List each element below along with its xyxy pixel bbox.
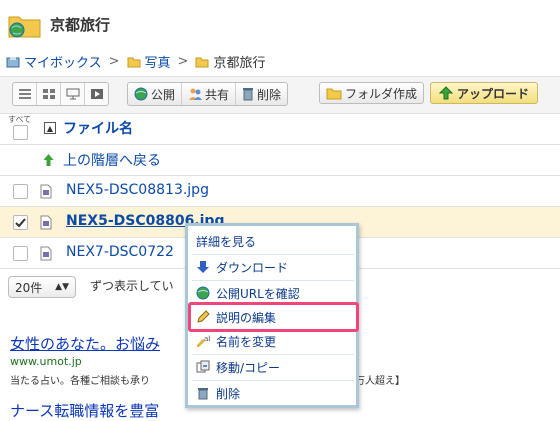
image-file-icon (40, 246, 52, 261)
menu-item-label: 説明の編集 (216, 310, 277, 325)
menu-item-edit-description[interactable]: 説明の編集 (194, 306, 352, 328)
view-mode-group (12, 82, 109, 106)
menu-item-label: 名前を変更 (216, 334, 277, 349)
file-checkbox[interactable] (13, 184, 28, 199)
page-title: 京都旅行 (50, 16, 111, 34)
select-all-label: すべて (8, 115, 32, 124)
per-page-suffix: ずつ表示してい (90, 279, 174, 293)
menu-separator (192, 280, 354, 281)
breadcrumb-separator: > (108, 54, 120, 69)
menu-item-delete[interactable]: 削除 (194, 382, 352, 404)
move-copy-icon (196, 360, 210, 373)
menu-item-move-copy[interactable]: 移動/コピー (194, 356, 352, 378)
file-checkbox-checked[interactable] (13, 215, 28, 230)
grid-icon (42, 89, 55, 99)
list-view-button[interactable] (13, 83, 37, 105)
public-button[interactable]: 公開 (128, 83, 183, 105)
share-button[interactable]: 共有 (182, 83, 237, 105)
checkmark-icon (15, 217, 26, 227)
new-folder-label: フォルダ作成 (345, 86, 418, 101)
upload-button[interactable]: アップロード (430, 82, 539, 104)
menu-item-rename[interactable]: ab 名前を変更 (194, 330, 352, 352)
go-up-label: 上の階層へ戻る (63, 153, 161, 169)
menu-item-label: 詳細を見る (196, 234, 257, 249)
mybox-icon (6, 56, 20, 67)
globe-icon (134, 87, 148, 101)
menu-item-label: ダウンロード (216, 260, 289, 275)
divider (0, 175, 560, 176)
globe-icon (196, 286, 210, 300)
menu-item-public-url[interactable]: 公開URLを確認 (194, 282, 352, 304)
file-name-link[interactable]: NEX7-DSC0722 (66, 244, 174, 260)
file-checkbox[interactable] (13, 246, 28, 261)
folder-icon (127, 57, 141, 67)
folder-icon (195, 57, 209, 67)
folder-globe-icon (8, 16, 41, 38)
breadcrumb: マイボックス > 写真 > 京都旅行 (6, 52, 265, 71)
public-button-label: 公開 (151, 87, 176, 102)
people-icon (189, 88, 203, 100)
new-folder-button[interactable]: フォルダ作成 (319, 82, 425, 104)
delete-button-label: 削除 (257, 87, 282, 102)
ad-description-tail: 万人超え】 (355, 376, 405, 387)
share-button-label: 共有 (205, 87, 230, 102)
trash-icon (243, 88, 254, 101)
file-name-link[interactable]: NEX5-DSC08813.jpg (66, 182, 209, 198)
up-arrow-icon (43, 154, 54, 166)
upload-button-label: アップロード (457, 86, 530, 101)
ad-url[interactable]: www.umot.jp (10, 355, 82, 368)
breadcrumb-root-link[interactable]: マイボックス (24, 52, 102, 71)
trash-icon (198, 388, 208, 400)
menu-item-label: 公開URLを確認 (216, 286, 300, 301)
download-arrow-icon (197, 261, 209, 273)
delete-button[interactable]: 削除 (236, 83, 287, 105)
play-icon (90, 89, 103, 99)
menu-separator (192, 354, 354, 355)
svg-text:ab: ab (204, 335, 210, 343)
menu-item-details[interactable]: 詳細を見る (194, 230, 352, 252)
go-up-link[interactable]: 上の階層へ戻る (42, 150, 161, 170)
divider (0, 144, 560, 145)
folder-add-icon (326, 88, 342, 99)
menu-separator (192, 380, 354, 381)
context-menu: 詳細を見る ダウンロード 公開URLを確認 説明の編集 ab 名前を変更 移動/… (185, 223, 359, 408)
list-icon (18, 89, 31, 99)
action-button-group: 公開 共有 削除 (127, 82, 289, 106)
slideshow-icon (66, 88, 79, 100)
menu-item-download[interactable]: ダウンロード (194, 256, 352, 278)
breadcrumb-separator: > (177, 54, 189, 69)
select-all-checkbox[interactable] (13, 125, 28, 140)
play-view-button[interactable] (85, 83, 108, 105)
upload-arrow-icon (439, 86, 453, 100)
menu-item-label: 削除 (216, 386, 241, 401)
grid-view-button[interactable] (37, 83, 61, 105)
per-page-select[interactable]: 20件 ▲▼ (8, 276, 76, 298)
slideshow-view-button[interactable] (61, 83, 85, 105)
breadcrumb-photos-link[interactable]: 写真 (145, 52, 171, 71)
ad-title-link[interactable]: 女性のあなた。お悩み (10, 333, 160, 354)
per-page-value: 20件 (15, 280, 43, 295)
menu-separator (192, 254, 354, 255)
ad-description: 当たる占い。各種ご相談も承り (10, 376, 150, 387)
breadcrumb-current: 京都旅行 (213, 56, 266, 71)
menu-item-label: 移動/コピー (216, 360, 281, 375)
sort-toggle-icon[interactable]: ▲ (44, 122, 56, 134)
image-file-icon (40, 184, 52, 199)
pencil-icon (197, 310, 210, 323)
image-file-icon (40, 215, 52, 230)
column-header-filename[interactable]: ファイル名 (63, 118, 133, 138)
rename-icon: ab (197, 335, 210, 347)
select-arrows-icon: ▲▼ (55, 282, 69, 292)
ad-title-link-2[interactable]: ナース転職情報を豊富 (10, 400, 159, 421)
